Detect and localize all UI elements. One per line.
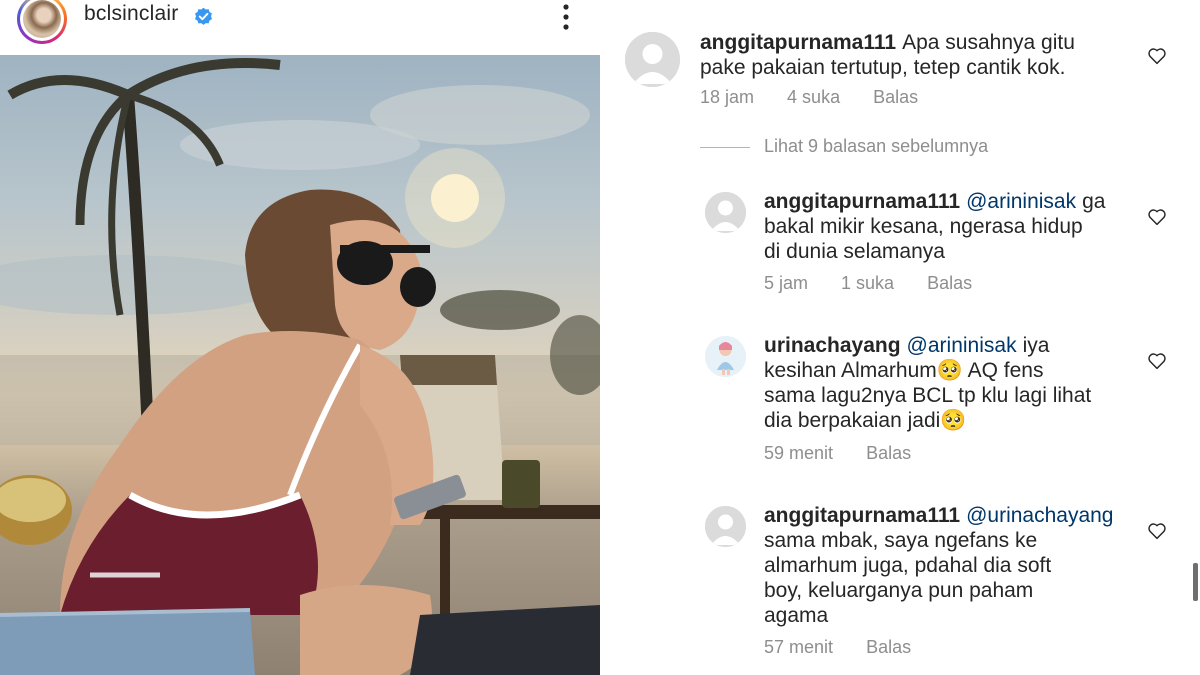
reply-mention[interactable]: @urinachayang bbox=[966, 504, 1113, 527]
reply-avatar[interactable] bbox=[705, 506, 746, 547]
divider-line bbox=[700, 147, 750, 148]
post-author-avatar[interactable] bbox=[17, 0, 67, 44]
reply-button[interactable]: Balas bbox=[927, 273, 972, 293]
default-profile-icon bbox=[705, 506, 746, 547]
reply-text: anggitapurnama111 @urinachayang sama mbak… bbox=[764, 504, 1114, 627]
reply-time: 57 menit bbox=[764, 637, 834, 657]
comment-meta: 18 jam 4 suka Balas bbox=[700, 87, 946, 108]
reply-time: 5 jam bbox=[764, 273, 809, 293]
like-heart-icon[interactable] bbox=[1147, 352, 1167, 370]
like-heart-icon[interactable] bbox=[1147, 208, 1167, 226]
reply-meta: 5 jam 1 suka Balas bbox=[764, 273, 1000, 294]
reply-time: 59 menit bbox=[764, 443, 834, 463]
reply-button[interactable]: Balas bbox=[866, 637, 911, 657]
more-options-icon[interactable] bbox=[554, 2, 578, 32]
post-header: bclsinclair bbox=[0, 0, 600, 55]
reply-text: urinachayang @arininisak iya kesihan Almar… bbox=[764, 334, 1092, 432]
post-photo[interactable] bbox=[0, 55, 600, 675]
scrollbar-thumb[interactable] bbox=[1193, 563, 1198, 601]
user-photo-avatar bbox=[705, 336, 746, 377]
reply-mention[interactable]: @arininisak bbox=[966, 190, 1076, 213]
reply-username[interactable]: anggitapurnama111 bbox=[764, 190, 960, 213]
reply-mention[interactable]: @arininisak bbox=[907, 334, 1017, 357]
comment-username[interactable]: anggitapurnama111 bbox=[700, 31, 896, 54]
post-photo-illustration bbox=[0, 58, 600, 675]
verified-badge-icon bbox=[195, 7, 212, 25]
reply-avatar[interactable] bbox=[705, 336, 746, 377]
reply-meta: 57 menit Balas bbox=[764, 637, 939, 658]
comment-text: anggitapurnama111 Apa susahnya gitu pake … bbox=[700, 31, 1075, 79]
reply-avatar[interactable] bbox=[705, 192, 746, 233]
reply-text: anggitapurnama111 @arininisak ga bakal mik… bbox=[764, 190, 1106, 263]
reply-likes[interactable]: 1 suka bbox=[841, 273, 894, 293]
reply-button[interactable]: Balas bbox=[873, 87, 918, 107]
reply-meta: 59 menit Balas bbox=[764, 443, 939, 464]
comment-likes[interactable]: 4 suka bbox=[787, 87, 840, 107]
post-username[interactable]: bclsinclair bbox=[84, 2, 178, 26]
like-heart-icon[interactable] bbox=[1147, 47, 1167, 65]
comment-avatar[interactable] bbox=[625, 32, 680, 87]
reply-username[interactable]: urinachayang bbox=[764, 334, 901, 357]
like-heart-icon[interactable] bbox=[1147, 522, 1167, 540]
reply-button[interactable]: Balas bbox=[866, 443, 911, 463]
default-profile-icon bbox=[705, 192, 746, 233]
reply-username[interactable]: anggitapurnama111 bbox=[764, 504, 960, 527]
default-profile-icon bbox=[625, 32, 680, 87]
comment-time: 18 jam bbox=[700, 87, 755, 107]
